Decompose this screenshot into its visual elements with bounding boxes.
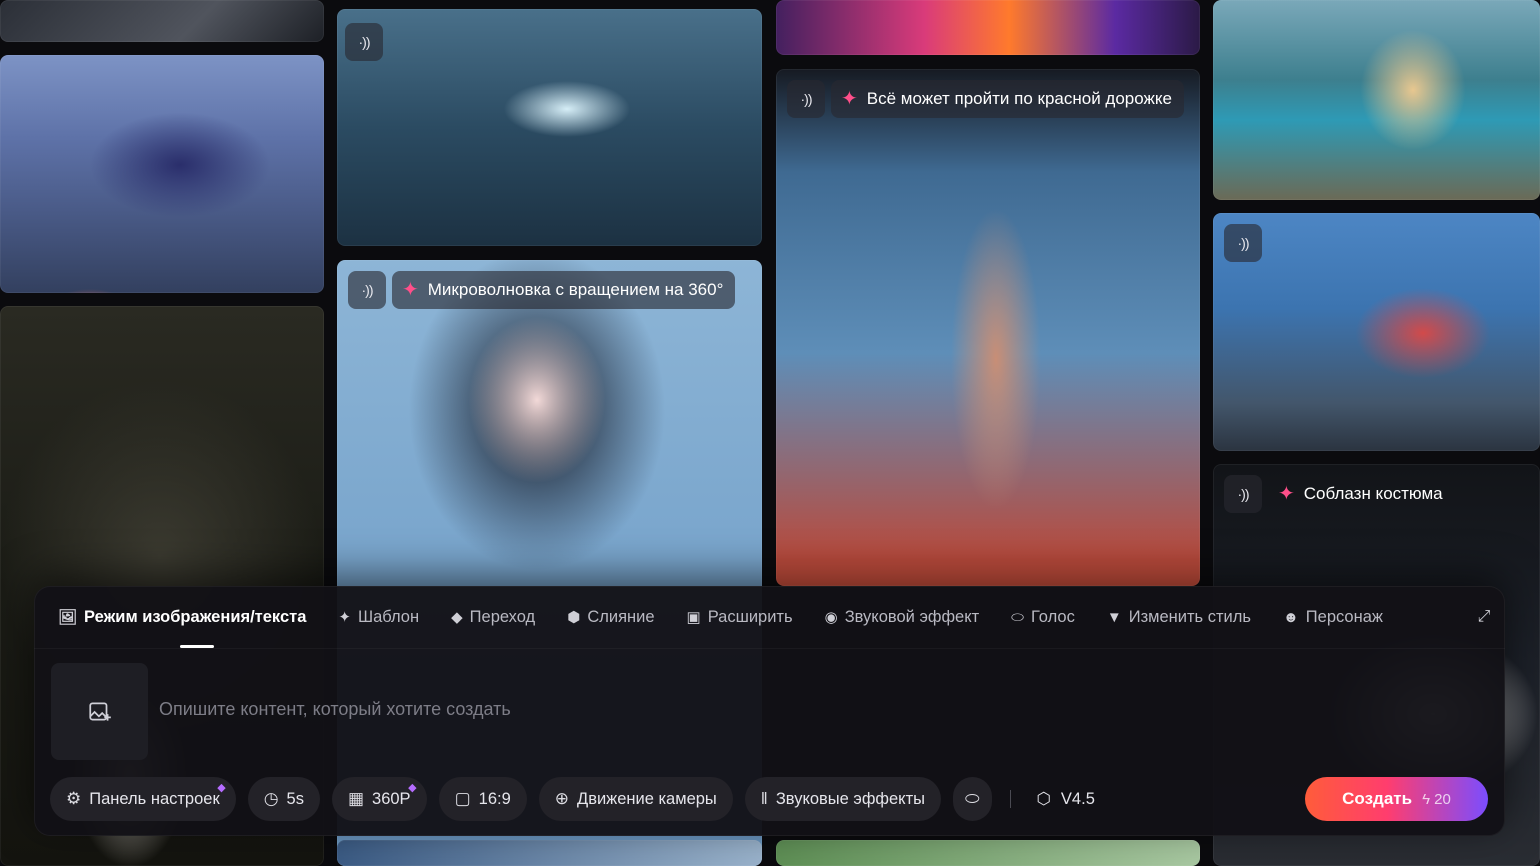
gallery-card-dragon[interactable] (0, 55, 324, 293)
lip-sync-button[interactable]: ⬭ (952, 777, 992, 821)
aspect-ratio-button[interactable]: ▢ 16:9 (438, 777, 527, 821)
sound-effects-button[interactable]: ‖ Звуковые эффекты (744, 777, 941, 821)
gallery-card-corgi[interactable] (1213, 0, 1540, 200)
gallery-card[interactable] (0, 0, 324, 42)
card-title: Микроволновка с вращением на 360° (427, 280, 724, 299)
tab-template[interactable]: ✦ Шаблон (322, 586, 435, 648)
expand-icon[interactable]: ⤢ (1473, 606, 1495, 628)
mode-tabs: 🖼 Режим изображения/текста ✦ Шаблон ◆ Пе… (58, 586, 1399, 648)
gallery-card-flying-hero[interactable]: ·)) (1213, 213, 1540, 451)
add-image-icon (88, 701, 111, 721)
tab-sound-effect[interactable]: ◉ Звуковой эффект (809, 586, 996, 648)
settings-panel-button[interactable]: ⚙ Панель настроек ◆ (50, 777, 236, 821)
sound-icon[interactable]: ·)) (348, 271, 386, 309)
tab-merge[interactable]: ⬢ Слияние (551, 586, 670, 648)
tab-extend[interactable]: ▣ Расширить (671, 586, 809, 648)
create-button[interactable]: Создать ϟ 20 (1305, 777, 1488, 821)
aspect-ratio-icon: ▢ (454, 789, 471, 808)
gallery-card[interactable] (776, 0, 1200, 55)
lips-icon: ⬭ (1011, 608, 1024, 626)
gallery-card-butterflies[interactable]: ·)) (337, 9, 762, 246)
card-title-tag: ✦ Микроволновка с вращением на 360° (392, 271, 736, 309)
card-title: Соблазн костюма (1303, 484, 1443, 503)
sound-icon[interactable]: ·)) (345, 23, 383, 61)
sound-icon[interactable]: ·)) (787, 80, 825, 118)
tabs-divider (34, 648, 1505, 649)
prompt-input[interactable] (159, 699, 1359, 720)
options-separator (1009, 790, 1011, 808)
sound-effect-icon: ◉ (824, 609, 838, 626)
image-upload-button[interactable] (51, 663, 148, 760)
cube-icon: ⬡ (1036, 790, 1051, 808)
credit-cost: ϟ 20 (1422, 790, 1451, 808)
card-title-tag: ✦ Соблазн костюма (1268, 475, 1455, 513)
resolution-icon: ▦ (347, 789, 365, 808)
tab-image-text-mode[interactable]: 🖼 Режим изображения/текста (58, 586, 322, 648)
camera-motion-button[interactable]: ⊕ Движение камеры (538, 777, 733, 821)
face-icon: ☻ (1282, 608, 1299, 626)
premium-gem-icon: ◆ (217, 782, 226, 794)
generation-options: ⚙ Панель настроек ◆ ◷ 5s ▦ 360P ◆ ▢ 16:9… (50, 777, 1107, 821)
resolution-button[interactable]: ▦ 360P ◆ (331, 777, 427, 821)
clock-icon: ◷ (263, 789, 279, 808)
duration-button[interactable]: ◷ 5s (247, 777, 320, 821)
sound-icon[interactable]: ·)) (1224, 224, 1262, 262)
tab-character[interactable]: ☻ Персонаж (1267, 586, 1399, 648)
transition-icon: ◆ (451, 609, 463, 626)
expand-box-icon: ▣ (686, 609, 701, 626)
gallery-card-runway[interactable]: ·)) ✦ Всё может пройти по красной дорожк… (776, 69, 1200, 586)
paint-roller-icon: ▼ (1106, 608, 1122, 626)
gallery-card[interactable] (776, 840, 1200, 866)
sound-icon[interactable]: ·)) (1224, 475, 1262, 513)
sparkle-icon: ✦ (338, 609, 351, 626)
camera-motion-icon: ⊕ (554, 789, 570, 808)
premium-gem-icon: ◆ (408, 782, 417, 794)
waveform-icon: ‖ (760, 789, 768, 808)
sparkle-icon: ✦ (1278, 483, 1295, 505)
card-title-tag: ✦ Всё может пройти по красной дорожке (831, 80, 1184, 118)
card-title: Всё может пройти по красной дорожке (866, 89, 1172, 108)
gallery-card[interactable] (337, 840, 762, 866)
model-version-selector[interactable]: ⬡ V4.5 (1029, 789, 1107, 809)
tab-change-style[interactable]: ▼ Изменить стиль (1091, 586, 1267, 648)
sliders-icon: ⚙ (66, 789, 82, 808)
composer-panel: 🖼 Режим изображения/текста ✦ Шаблон ◆ Пе… (34, 586, 1505, 836)
image-icon: 🖼 (58, 609, 78, 626)
lips-icon: ⬭ (964, 789, 980, 808)
cube-icon: ⬢ (567, 609, 581, 626)
tab-voice[interactable]: ⬭ Голос (995, 586, 1091, 648)
tab-transition[interactable]: ◆ Переход (435, 586, 551, 648)
sparkle-icon: ✦ (402, 279, 419, 301)
sparkle-icon: ✦ (841, 88, 858, 110)
